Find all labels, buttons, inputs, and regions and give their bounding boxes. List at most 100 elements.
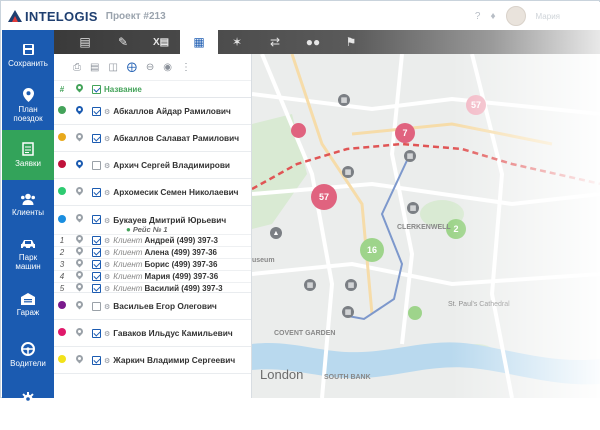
building-icon[interactable]: ▦ [345, 279, 357, 291]
table-row[interactable]: ⚙ Архомесик Семен Николаевич [54, 179, 251, 206]
building-icon[interactable]: ▦ [342, 306, 354, 318]
location-pin-icon[interactable] [76, 187, 83, 196]
table-row[interactable]: ⚙ Жаркич Владимир Сергеевич [54, 347, 251, 374]
client-row[interactable]: 3 ⚙ Клиент Борис (499) 397-36 [54, 258, 251, 270]
excel-icon[interactable]: ▤ [90, 62, 99, 73]
table-row[interactable]: ⚙ Гаваков Ильдус Камильевич [54, 320, 251, 347]
map-cluster[interactable]: 57 [311, 184, 337, 210]
row-checkbox[interactable] [91, 236, 101, 245]
map-marker-green[interactable] [408, 306, 422, 320]
edit-document-icon[interactable]: ✎ [104, 30, 142, 54]
settings-icon[interactable]: ⚙ [104, 163, 110, 170]
location-pin-icon[interactable] [76, 355, 83, 364]
client-row[interactable]: 1 ⚙ Клиент Андрей (499) 397-3 [54, 234, 251, 246]
building-icon[interactable]: ▦ [407, 202, 419, 214]
location-pin-icon[interactable] [76, 160, 83, 169]
settings-icon[interactable]: ⚙ [104, 262, 110, 269]
museum-icon[interactable]: ▲ [270, 227, 282, 239]
column-name[interactable]: Название [104, 85, 251, 94]
row-checkbox[interactable] [91, 160, 101, 170]
settings-icon[interactable]: ⚙ [104, 238, 110, 245]
building-icon[interactable]: ▦ [342, 166, 354, 178]
settings-icon[interactable]: ⚙ [104, 358, 110, 365]
select-all-checkbox[interactable] [91, 84, 101, 94]
row-checkbox[interactable] [91, 133, 101, 143]
flag-icon[interactable]: ⚑ [332, 30, 370, 54]
more-icon[interactable]: ⋮ [181, 62, 191, 73]
row-checkbox[interactable] [91, 272, 101, 281]
location-pin-icon[interactable] [76, 301, 83, 310]
map-cluster[interactable]: 7 [395, 123, 415, 143]
table-row[interactable]: ⚙ Абкаллов Айдар Рамилович [54, 98, 251, 125]
map-cluster[interactable]: 16 [360, 238, 384, 262]
settings-icon[interactable]: ⚙ [104, 286, 110, 293]
map-marker-red[interactable] [291, 123, 306, 138]
location-pin-icon[interactable] [76, 235, 83, 244]
client-row[interactable]: 4 ⚙ Клиент Мария (499) 397-36 [54, 270, 251, 282]
row-checkbox[interactable] [91, 248, 101, 257]
settings-icon[interactable]: ⚙ [104, 331, 110, 338]
location-pin-icon[interactable] [76, 133, 83, 142]
location-pin-icon[interactable] [76, 106, 83, 115]
swap-arrows-icon[interactable]: ⇄ [256, 30, 294, 54]
map-view[interactable]: 57 57 7 16 2 ▲ ▦ ▦ ▦ ▦ ▦ ▦ ▦ useum COVEN… [252, 54, 600, 398]
sidebar-item-save[interactable]: Сохранить [2, 30, 54, 80]
sidebar-item-fleet[interactable]: Парк машин [2, 230, 54, 280]
row-checkbox[interactable] [91, 187, 101, 197]
row-checkbox[interactable] [91, 328, 101, 338]
settings-icon[interactable]: ⚙ [104, 218, 110, 225]
route-nodes-icon[interactable]: ✶ [218, 30, 256, 54]
eye-icon[interactable]: ◉ [163, 62, 172, 73]
location-pin-icon[interactable] [76, 259, 83, 268]
sidebar-item-trip-plan[interactable]: План поездок [2, 80, 54, 130]
column-check[interactable] [88, 84, 104, 94]
table-row[interactable]: ⚙ Васильев Егор Олегович [54, 293, 251, 320]
table-row[interactable]: ⚙ Архич Сергей Владимирови [54, 152, 251, 179]
table-row[interactable]: ⚙ Абкаллов Салават Рамилович [54, 125, 251, 152]
location-pin-icon[interactable] [76, 328, 83, 337]
map-cluster[interactable]: 57 [466, 95, 486, 115]
archive-icon[interactable]: ◫ [108, 62, 117, 73]
sidebar-item-orders[interactable]: Заявки [2, 130, 54, 180]
client-row[interactable]: 5 ⚙ Клиент Василий (499) 397-3 [54, 282, 251, 294]
document-list-icon[interactable]: ▤ [66, 30, 104, 54]
building-icon[interactable]: ▦ [304, 279, 316, 291]
grid-icon[interactable]: ▦ [180, 30, 218, 54]
sidebar-item-drivers[interactable]: Водители [2, 330, 54, 380]
sidebar-item-settings[interactable]: Настройки [2, 380, 54, 430]
client-row[interactable]: 2 ⚙ Клиент Алена (499) 397-36 [54, 246, 251, 258]
settings-icon[interactable]: ⚙ [104, 250, 110, 257]
row-checkbox[interactable] [91, 284, 101, 293]
logo[interactable]: INTELOGIS [8, 9, 98, 24]
table-row-expanded[interactable]: ⚙ Букауев Дмитрий Юрьевич ● Рейс № 1 1 ⚙ К… [54, 206, 251, 293]
trip-line[interactable]: ● Рейс № 1 [54, 225, 251, 234]
column-num[interactable]: # [54, 85, 70, 94]
location-pin-icon[interactable] [76, 271, 83, 280]
location-pin-icon[interactable] [76, 283, 83, 292]
row-checkbox[interactable] [91, 106, 101, 116]
user-name[interactable]: Мария [536, 12, 560, 21]
building-icon[interactable]: ▦ [338, 94, 350, 106]
settings-icon[interactable]: ⚙ [104, 109, 110, 116]
row-checkbox[interactable] [91, 215, 101, 224]
help-icon[interactable]: ? [475, 11, 481, 22]
location-pin-icon[interactable] [76, 214, 83, 223]
settings-icon[interactable]: ⚙ [104, 190, 110, 197]
column-pin[interactable] [70, 84, 88, 95]
remove-icon[interactable]: ⊖ [146, 62, 154, 73]
row-checkbox[interactable] [91, 260, 101, 269]
settings-icon[interactable]: ⚙ [104, 304, 110, 311]
building-icon[interactable]: ▦ [404, 150, 416, 162]
sidebar-item-garage[interactable]: Гараж [2, 280, 54, 330]
sidebar-item-clients[interactable]: Клиенты [2, 180, 54, 230]
excel-icon[interactable]: X▤ [142, 30, 180, 54]
row-checkbox[interactable] [91, 301, 101, 311]
avatar[interactable] [505, 6, 526, 26]
add-icon[interactable]: ⨁ [127, 62, 137, 73]
settings-icon[interactable]: ⚙ [104, 274, 110, 281]
users-group-icon[interactable]: ●● [294, 30, 332, 54]
location-pin-icon[interactable] [76, 247, 83, 256]
row-checkbox[interactable] [91, 355, 101, 365]
settings-icon[interactable]: ⚙ [104, 136, 110, 143]
bell-icon[interactable]: ♦ [490, 11, 495, 22]
